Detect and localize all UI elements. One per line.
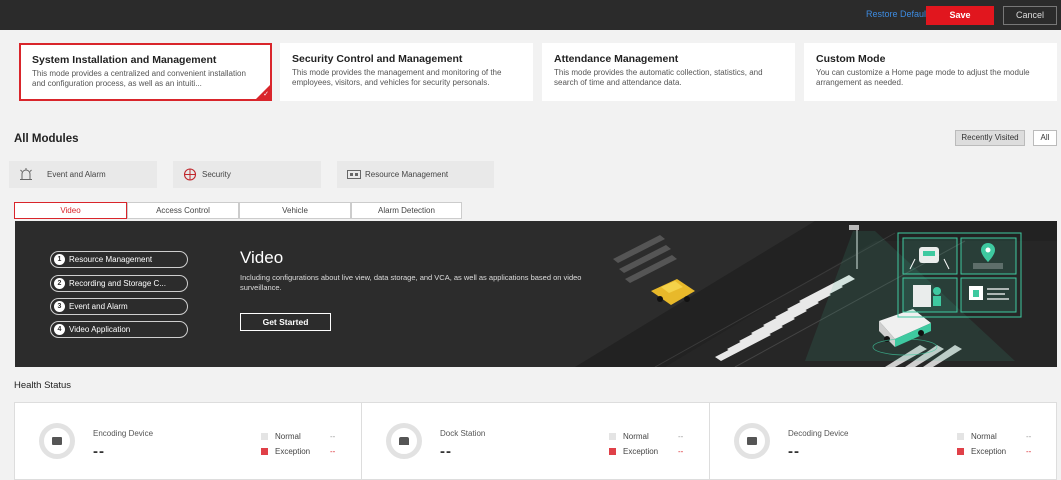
health-card-encoding-device[interactable]: Encoding Device -- Normal -- Exception -… — [14, 402, 362, 480]
exception-label: Exception — [623, 447, 659, 456]
step-video-application[interactable]: 4 Video Application — [50, 321, 188, 338]
step-event-and-alarm[interactable]: 3 Event and Alarm — [50, 298, 188, 315]
shield-icon — [183, 168, 197, 181]
normal-legend-swatch — [957, 433, 964, 440]
mode-title: Attendance Management — [554, 53, 679, 65]
tab-vehicle[interactable]: Vehicle — [239, 202, 351, 219]
dock-station-icon — [386, 423, 422, 459]
health-status-title: Health Status — [14, 380, 72, 391]
mode-description: This mode provides a centralized and con… — [32, 69, 246, 88]
mode-description: This mode provides the management and mo… — [292, 68, 502, 87]
normal-value: -- — [678, 432, 684, 441]
step-label: Recording and Storage C... — [69, 279, 166, 288]
decoding-device-icon — [734, 423, 770, 459]
normal-label: Normal — [971, 432, 997, 441]
step-number: 2 — [54, 278, 65, 289]
restore-default-link[interactable]: Restore Default — [866, 9, 929, 19]
device-count: -- — [788, 443, 800, 460]
exception-label: Exception — [275, 447, 311, 456]
exception-label: Exception — [971, 447, 1007, 456]
category-resource-management[interactable]: Resource Management — [337, 161, 494, 188]
video-banner: 1 Resource Management 2 Recording and St… — [15, 221, 1057, 367]
exception-value: -- — [1026, 447, 1032, 456]
mode-card-custom[interactable]: Custom Mode You can customize a Home pag… — [804, 43, 1057, 101]
category-label: Resource Management — [365, 170, 449, 179]
normal-legend-swatch — [261, 433, 268, 440]
step-recording-and-storage[interactable]: 2 Recording and Storage C... — [50, 275, 188, 292]
category-label: Security — [202, 170, 231, 179]
alarm-icon — [20, 168, 32, 180]
device-count: -- — [93, 443, 105, 460]
resource-icon — [347, 170, 361, 179]
step-number: 3 — [54, 301, 65, 312]
normal-legend-swatch — [609, 433, 616, 440]
category-label: Event and Alarm — [47, 170, 106, 179]
device-count: -- — [440, 443, 452, 460]
normal-label: Normal — [275, 432, 301, 441]
device-name: Dock Station — [440, 429, 486, 438]
normal-label: Normal — [623, 432, 649, 441]
device-name: Decoding Device — [788, 429, 849, 438]
save-button[interactable]: Save — [926, 6, 994, 25]
exception-legend-swatch — [957, 448, 964, 455]
mode-title: Custom Mode — [816, 53, 886, 65]
device-name: Encoding Device — [93, 429, 154, 438]
step-label: Video Application — [69, 325, 131, 334]
tab-video[interactable]: Video — [14, 202, 127, 219]
normal-value: -- — [330, 432, 336, 441]
banner-description: Including configurations about live view… — [240, 273, 582, 292]
mode-title: System Installation and Management — [32, 54, 217, 66]
health-card-decoding-device[interactable]: Decoding Device -- Normal -- Exception -… — [709, 402, 1057, 480]
mode-card-attendance[interactable]: Attendance Management This mode provides… — [542, 43, 795, 101]
exception-value: -- — [678, 447, 684, 456]
banner-title: Video — [240, 248, 284, 267]
tab-alarm-detection[interactable]: Alarm Detection — [351, 202, 462, 219]
encoding-device-icon — [39, 423, 75, 459]
cancel-button[interactable]: Cancel — [1003, 6, 1057, 25]
mode-description: You can customize a Home page mode to ad… — [816, 68, 1030, 87]
get-started-button[interactable]: Get Started — [240, 313, 331, 331]
tab-access-control[interactable]: Access Control — [127, 202, 239, 219]
top-toolbar: Restore Default Save Cancel — [0, 0, 1061, 30]
selection-pointer — [145, 102, 165, 112]
health-card-dock-station[interactable]: Dock Station -- Normal -- Exception -- — [361, 402, 710, 480]
mode-card-security-control[interactable]: Security Control and Management This mod… — [280, 43, 533, 101]
step-label: Resource Management — [69, 255, 153, 264]
city-illustration — [575, 221, 1057, 367]
exception-legend-swatch — [609, 448, 616, 455]
category-security[interactable]: Security — [173, 161, 321, 188]
step-number: 1 — [54, 254, 65, 265]
step-number: 4 — [54, 324, 65, 335]
exception-value: -- — [330, 447, 336, 456]
check-icon: ✓ — [263, 91, 269, 98]
step-label: Event and Alarm — [69, 302, 128, 311]
all-modules-title: All Modules — [14, 133, 79, 145]
category-event-and-alarm[interactable]: Event and Alarm — [9, 161, 157, 188]
normal-value: -- — [1026, 432, 1032, 441]
recently-visited-button[interactable]: Recently Visited — [955, 130, 1025, 146]
exception-legend-swatch — [261, 448, 268, 455]
mode-description: This mode provides the automatic collect… — [554, 68, 763, 87]
all-button[interactable]: All — [1033, 130, 1057, 146]
mode-card-system-installation[interactable]: System Installation and Management This … — [19, 43, 272, 101]
step-resource-management[interactable]: 1 Resource Management — [50, 251, 188, 268]
mode-title: Security Control and Management — [292, 53, 463, 65]
